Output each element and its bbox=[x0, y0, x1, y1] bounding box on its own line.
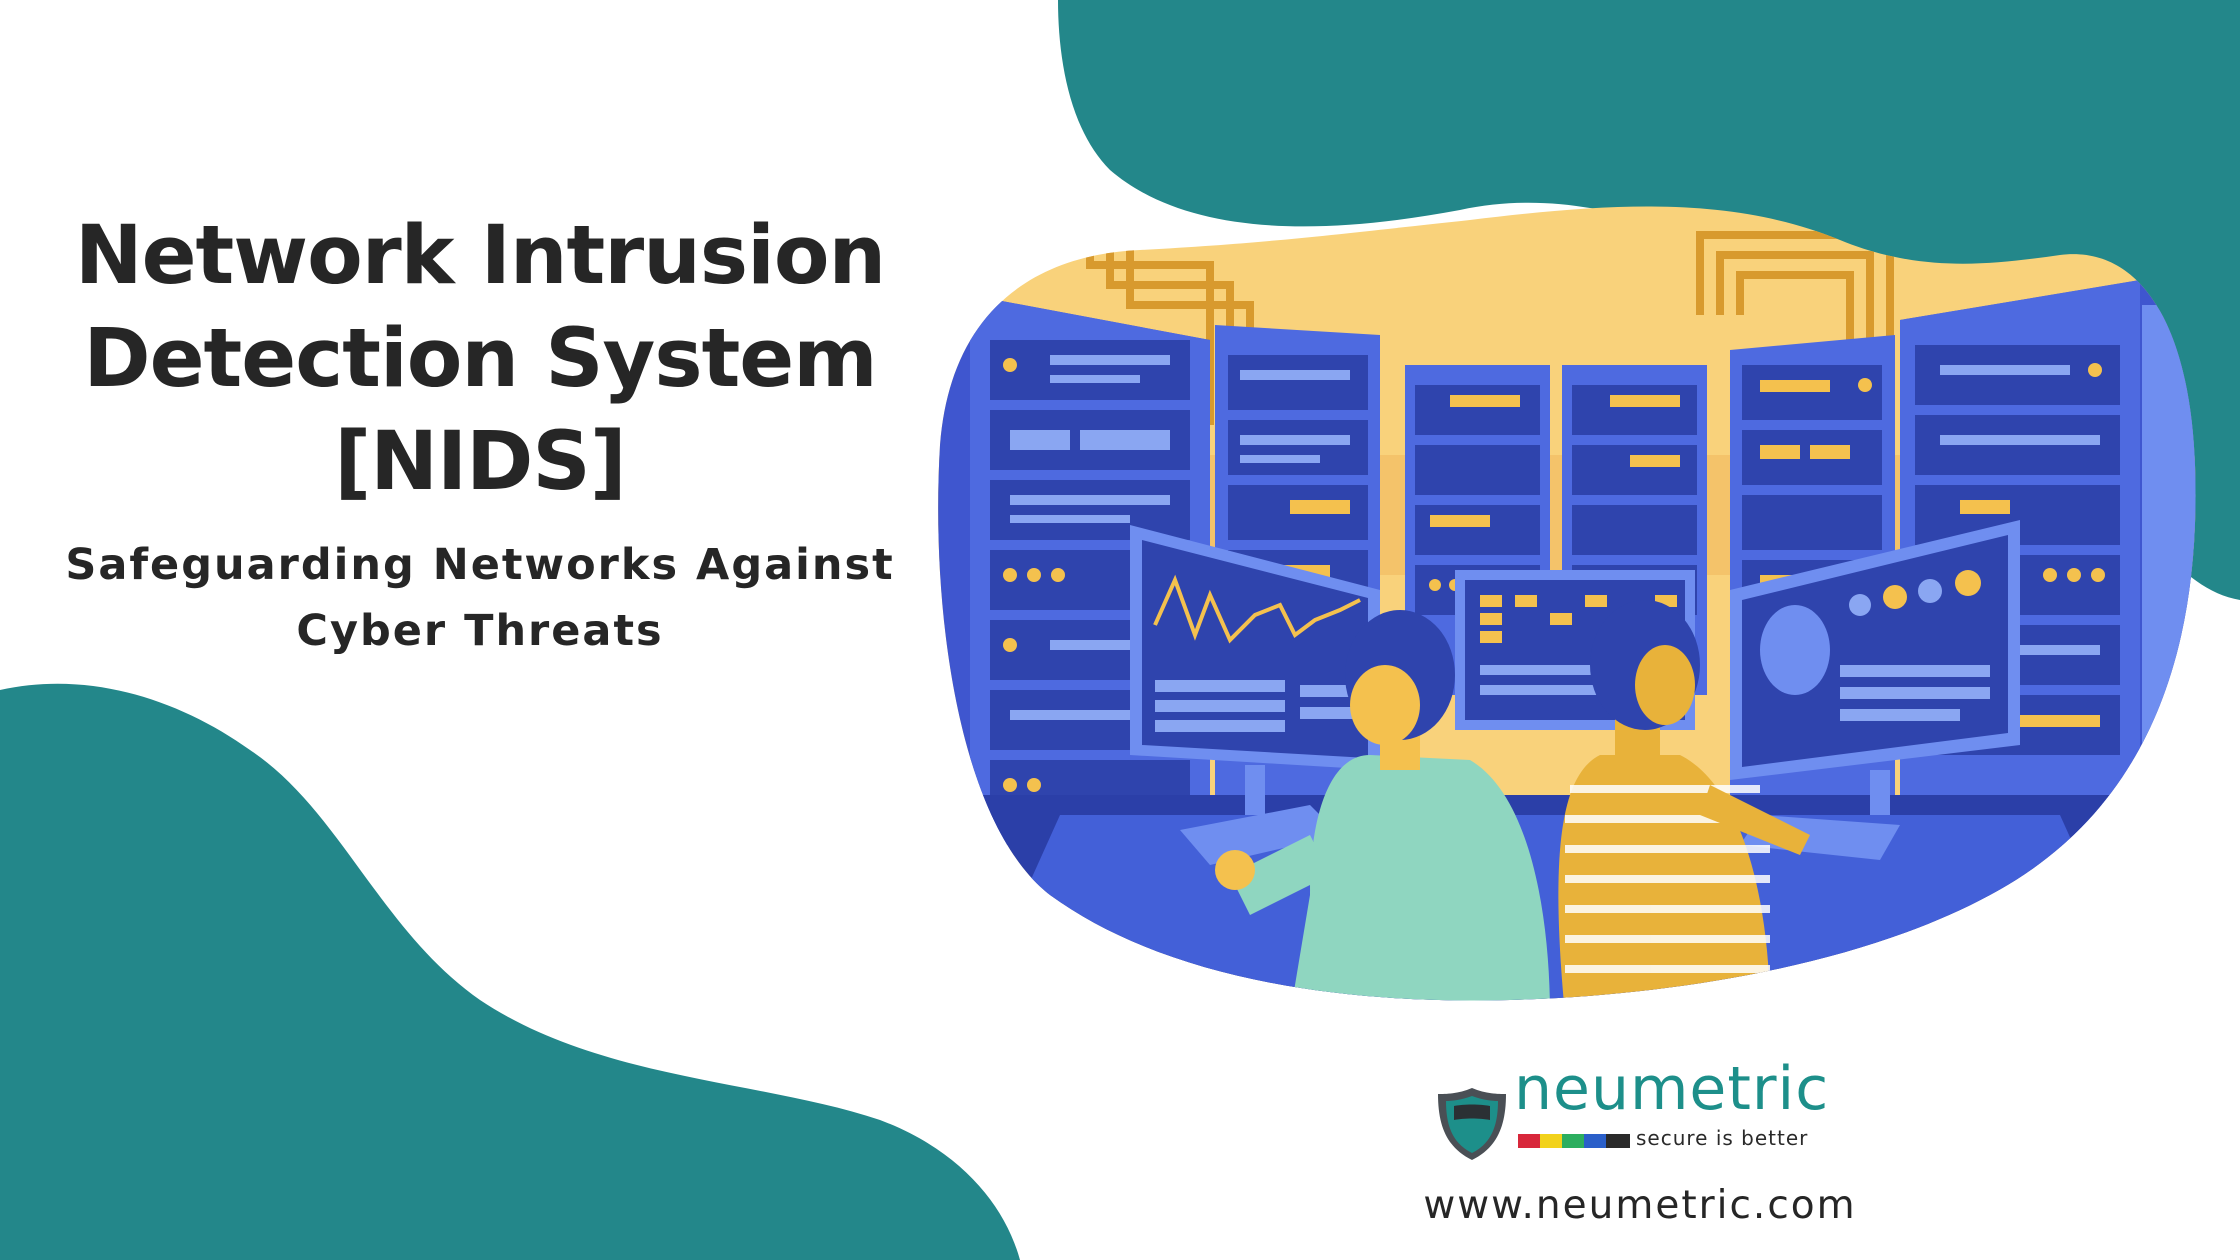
title-line-2: Detection System bbox=[83, 312, 877, 406]
shield-icon bbox=[1438, 1088, 1506, 1160]
subtitle-line-1: Safeguarding Networks Against bbox=[65, 540, 895, 590]
title-line-3: [NIDS] bbox=[334, 415, 627, 509]
brand-logo: neumetric secure is better bbox=[1418, 1054, 1848, 1170]
website-link[interactable]: www.neumetric.com bbox=[1390, 1183, 1890, 1228]
soc-illustration bbox=[938, 206, 2196, 1001]
title-line-1: Network Intrusion bbox=[74, 209, 886, 303]
banner: Network Intrusion Detection System [NIDS… bbox=[0, 0, 2240, 1260]
brand-name: neumetric bbox=[1514, 1054, 1830, 1124]
brand-tagline: secure is better bbox=[1636, 1126, 1809, 1150]
page-subtitle: Safeguarding Networks Against Cyber Thre… bbox=[40, 532, 920, 664]
page-title: Network Intrusion Detection System [NIDS… bbox=[40, 205, 920, 514]
brand-color-bar bbox=[1518, 1134, 1630, 1148]
bottom-left-wave bbox=[0, 683, 1020, 1260]
subtitle-line-2: Cyber Threats bbox=[296, 606, 664, 656]
